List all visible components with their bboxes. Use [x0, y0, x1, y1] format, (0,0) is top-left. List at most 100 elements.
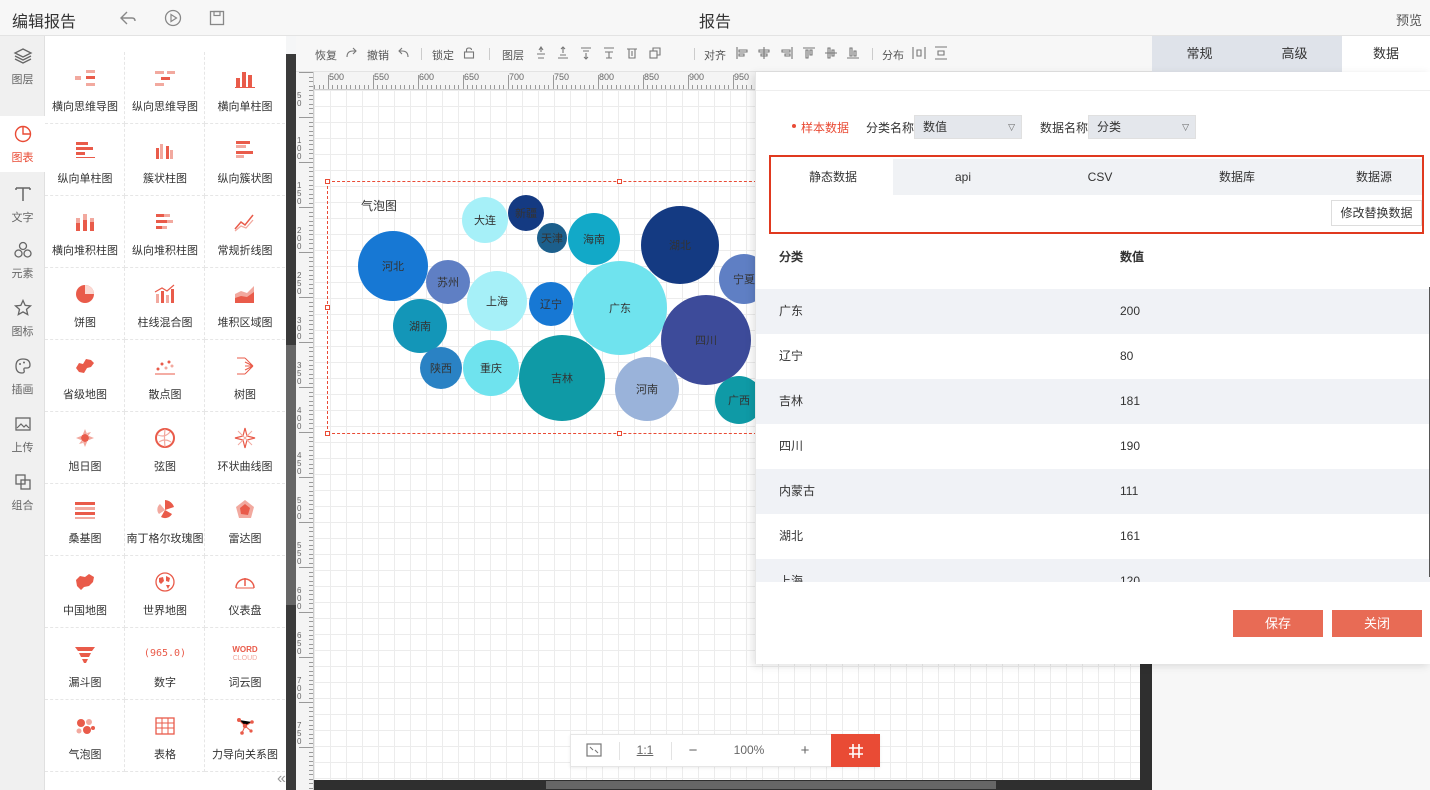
component-radar[interactable]: 雷达图: [205, 484, 285, 556]
layer-align-icon[interactable]: [625, 46, 639, 60]
component-sunburst[interactable]: 旭日图: [45, 412, 125, 484]
component-stacked-bar[interactable]: 横向堆积柱图: [45, 196, 125, 268]
distribute-v-icon[interactable]: [934, 46, 948, 60]
rail-item-icons[interactable]: 图标: [0, 290, 45, 346]
component-province-map[interactable]: 省级地图: [45, 340, 125, 412]
component-force-graph[interactable]: 力导向关系图: [205, 700, 285, 772]
canvas-horizontal-scroll-thumb[interactable]: [546, 781, 996, 789]
resize-handle-bl[interactable]: [325, 431, 330, 436]
align-left-icon[interactable]: [735, 46, 749, 60]
component-scatter[interactable]: 散点图: [125, 340, 205, 412]
close-button[interactable]: 关闭: [1332, 610, 1422, 637]
lock-button[interactable]: 锁定: [432, 47, 454, 63]
panel-scrollbar-thumb[interactable]: [286, 345, 296, 605]
component-hstacked-bar[interactable]: 纵向堆积柱图: [125, 196, 205, 268]
component-tree[interactable]: 树图: [205, 340, 285, 412]
layer-top-icon[interactable]: [556, 46, 570, 60]
lock-icon[interactable]: [462, 46, 476, 60]
layer-down-icon[interactable]: [579, 46, 593, 60]
component-mindmap-vertical[interactable]: 纵向思维导图: [125, 52, 205, 124]
edit-replace-data-button[interactable]: 修改替换数据: [1331, 200, 1422, 226]
rail-item-elements[interactable]: 元素: [0, 232, 45, 288]
tab-static-data[interactable]: 静态数据: [773, 159, 893, 195]
component-rose[interactable]: 南丁格尔玫瑰图: [125, 484, 205, 556]
bubble[interactable]: 辽宁: [529, 282, 573, 326]
tab-data[interactable]: 数据: [1342, 36, 1430, 72]
redo-icon[interactable]: [344, 46, 358, 60]
align-middle-icon[interactable]: [824, 46, 838, 60]
component-china-map[interactable]: 中国地图: [45, 556, 125, 628]
table-row[interactable]: 四川 190: [756, 424, 1430, 469]
redo-button[interactable]: 恢复: [315, 47, 337, 63]
sample-data-link[interactable]: 样本数据: [801, 119, 849, 136]
component-wordcloud[interactable]: WORD CLOUD 词云图: [205, 628, 285, 700]
table-row[interactable]: 湖北 161: [756, 514, 1430, 559]
table-row[interactable]: 内蒙古 111: [756, 469, 1430, 514]
component-gauge[interactable]: 仪表盘: [205, 556, 285, 628]
resize-handle-tl[interactable]: [325, 179, 330, 184]
component-mindmap-horizontal[interactable]: 横向思维导图: [45, 52, 125, 124]
component-table[interactable]: 表格: [125, 700, 205, 772]
bubble[interactable]: 湖南: [393, 299, 447, 353]
component-pie-chart[interactable]: 饼图: [45, 268, 125, 340]
align-top-icon[interactable]: [802, 46, 816, 60]
component-bar-chart[interactable]: 横向单柱图: [205, 52, 285, 124]
bubble[interactable]: 苏州: [426, 260, 470, 304]
grid-toggle-button[interactable]: [831, 734, 880, 767]
align-right-icon[interactable]: [780, 46, 794, 60]
table-row[interactable]: 辽宁 80: [756, 334, 1430, 379]
tab-datasource[interactable]: 数据源: [1324, 159, 1424, 195]
bubble[interactable]: 陕西: [420, 347, 462, 389]
play-icon[interactable]: [163, 8, 183, 28]
actual-size-button[interactable]: 1:1: [621, 735, 669, 766]
rail-item-layers[interactable]: 图层: [0, 38, 45, 94]
zoom-out-button[interactable]: −: [673, 735, 713, 766]
tab-api[interactable]: api: [913, 159, 1013, 195]
bubble-chart-widget[interactable]: 大连 新疆 天津 海南 湖北 河北 苏州 上海 辽宁 广东 宁夏 湖南 四川 陕西 重庆 吉林 河南 广西 气泡图: [327, 181, 767, 434]
table-row[interactable]: 上海 120: [756, 559, 1430, 582]
preview-button[interactable]: 预览: [1396, 10, 1422, 29]
component-funnel[interactable]: 漏斗图: [45, 628, 125, 700]
component-world-map[interactable]: 世界地图: [125, 556, 205, 628]
component-line-chart[interactable]: 常规折线图: [205, 196, 285, 268]
component-ring-curve[interactable]: 环状曲线图: [205, 412, 285, 484]
component-bar-line[interactable]: 柱线混合图: [125, 268, 205, 340]
distribute-h-icon[interactable]: [912, 46, 926, 60]
bubble[interactable]: 河南: [615, 357, 679, 421]
bubble[interactable]: 上海: [467, 271, 527, 331]
undo-icon[interactable]: [118, 8, 138, 28]
layer-bottom-icon[interactable]: [602, 46, 616, 60]
component-sankey[interactable]: 桑基图: [45, 484, 125, 556]
resize-handle-bottom[interactable]: [617, 431, 622, 436]
rail-item-group[interactable]: 组合: [0, 464, 45, 520]
bubble[interactable]: 海南: [568, 213, 620, 265]
resize-handle-top[interactable]: [617, 179, 622, 184]
component-chord[interactable]: 弦图: [125, 412, 205, 484]
tab-database[interactable]: 数据库: [1187, 159, 1287, 195]
bubble[interactable]: 天津: [537, 223, 567, 253]
save-button[interactable]: 保存: [1233, 610, 1323, 637]
bubble[interactable]: 湖北: [641, 206, 719, 284]
undo-button[interactable]: 撤销: [367, 47, 389, 63]
bubble[interactable]: 四川: [661, 295, 751, 385]
rail-item-illustrations[interactable]: 插画: [0, 348, 45, 404]
zoom-in-button[interactable]: +: [785, 735, 825, 766]
align-center-icon[interactable]: [757, 46, 771, 60]
tab-advanced[interactable]: 高级: [1247, 36, 1342, 72]
tab-csv[interactable]: CSV: [1050, 159, 1150, 195]
collapse-panel-icon[interactable]: «: [277, 770, 286, 788]
component-cluster-bar[interactable]: 簇状柱图: [125, 124, 205, 196]
resize-handle-left[interactable]: [325, 305, 330, 310]
component-bubble[interactable]: 气泡图: [45, 700, 125, 772]
bubble[interactable]: 重庆: [463, 340, 519, 396]
data-name-select[interactable]: 分类 ▽: [1088, 115, 1196, 139]
tab-general[interactable]: 常规: [1152, 36, 1247, 72]
align-bottom-icon[interactable]: [846, 46, 860, 60]
rail-item-text[interactable]: 文字: [0, 176, 45, 232]
table-row[interactable]: 广东 200: [756, 289, 1430, 334]
category-name-select[interactable]: 数值 ▽: [914, 115, 1022, 139]
component-number[interactable]: (965.0) 数字: [125, 628, 205, 700]
component-area-chart[interactable]: 堆积区域图: [205, 268, 285, 340]
component-hbar-chart[interactable]: 纵向单柱图: [45, 124, 125, 196]
component-hcluster-bar[interactable]: 纵向簇状图: [205, 124, 285, 196]
